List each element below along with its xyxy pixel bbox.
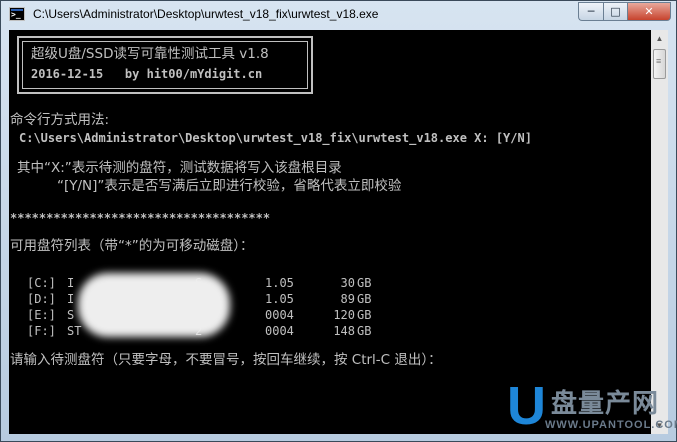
drive-unit: GB [357, 276, 372, 290]
drive-firmware: 0004 [265, 308, 294, 322]
banner-frame [17, 36, 313, 94]
drive-letter: [E:] [27, 308, 56, 322]
minimize-button[interactable]: ─ [578, 2, 603, 21]
input-prompt: 请输入待测盘符（只要字母，不要冒号，按回车继续，按 Ctrl-C 退出）： [10, 352, 442, 368]
usage-command: C:\Users\Administrator\Desktop\urwtest_v… [19, 131, 532, 145]
drive-letter: [F:] [27, 324, 56, 338]
vertical-scrollbar[interactable]: ▲ ▼ [651, 30, 668, 434]
note-drive-letter: 其中“X:”表示待测的盘符，测试数据将写入该盘根目录 [17, 160, 342, 176]
drive-firmware: 1.05 [265, 292, 294, 306]
drive-unit: GB [357, 292, 372, 306]
site-watermark: U 盘量产网 WWW.UPANTOOL.COM [497, 379, 677, 439]
banner-title: 超级U盘/SSD读写可靠性测试工具 v1.8 [31, 46, 269, 62]
drive-size: 148 [333, 324, 355, 338]
drive-size: 120 [333, 308, 355, 322]
drives-label: 可用盘符列表（带“*”的为可移动磁盘）： [10, 238, 254, 254]
watermark-logo-letter: U [507, 376, 546, 436]
drive-model-start: I [67, 276, 75, 290]
scrollbar-thumb[interactable] [653, 49, 666, 79]
banner-subtitle: 2016-12-15 by hit00/mYdigit.cn [31, 67, 263, 81]
drive-firmware: 0004 [265, 324, 294, 338]
separator: ************************************ [10, 211, 271, 225]
watermark-text: 盘量产网 [551, 389, 660, 419]
drive-model-start: S [67, 308, 75, 322]
console-window: C:\Users\Administrator\Desktop\urwtest_v… [0, 0, 677, 442]
caption-buttons: ─ □ ✕ [578, 2, 671, 21]
drive-size: 30 [340, 276, 355, 290]
close-button[interactable]: ✕ [628, 2, 671, 21]
maximize-button[interactable]: □ [603, 2, 628, 21]
console-output[interactable]: 超级U盘/SSD读写可靠性测试工具 v1.8 2016-12-15 by hit… [9, 30, 651, 434]
note-verify-option: “[Y/N]”表示是否写满后立即进行校验，省略代表立即校验 [57, 178, 402, 194]
drive-firmware: 1.05 [265, 276, 294, 290]
scroll-up-icon[interactable]: ▲ [651, 30, 668, 47]
drive-unit: GB [357, 324, 372, 338]
drive-unit: GB [357, 308, 372, 322]
redaction-blur [78, 273, 230, 337]
title-bar[interactable]: C:\Users\Administrator\Desktop\urwtest_v… [1, 1, 676, 30]
usage-label: 命令行方式用法: [10, 112, 110, 128]
console-app-icon[interactable] [9, 7, 25, 21]
window-title: C:\Users\Administrator\Desktop\urwtest_v… [33, 7, 379, 21]
drive-letter: [C:] [27, 276, 56, 290]
drive-size: 89 [340, 292, 355, 306]
drive-letter: [D:] [27, 292, 56, 306]
drive-model-start: I [67, 292, 75, 306]
watermark-url: WWW.UPANTOOL.COM [545, 419, 677, 431]
drive-model-start: ST [67, 324, 82, 338]
